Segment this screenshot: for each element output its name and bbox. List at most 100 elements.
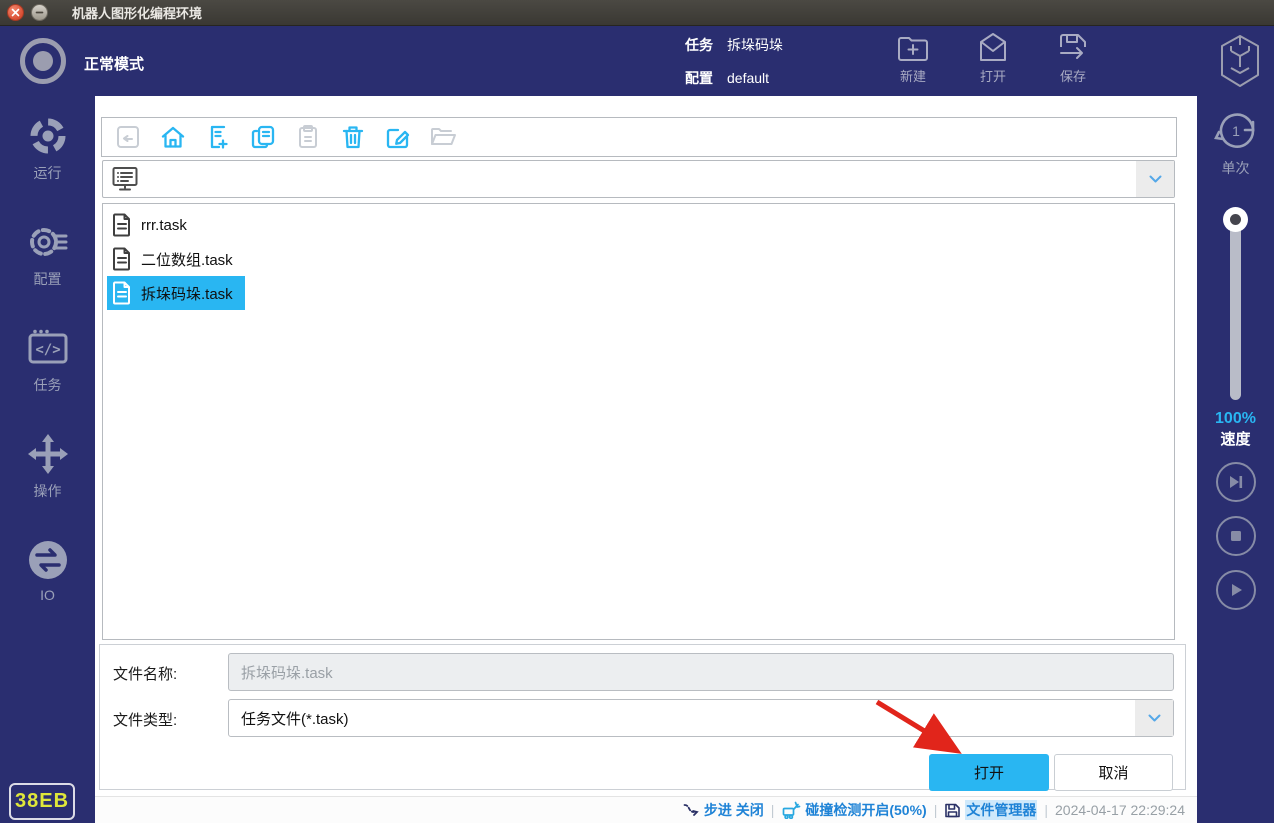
code-window-icon: </> [28, 329, 67, 364]
floppy-icon [945, 803, 961, 817]
sidebar-item-label: 任务 [33, 377, 62, 393]
filename-input[interactable] [228, 653, 1174, 691]
skip-end-icon [1230, 476, 1243, 488]
go-back-button[interactable] [115, 124, 141, 150]
dialog-form: 文件名称: 文件类型: 任务文件(*.task) 打开 取消 [99, 644, 1186, 791]
location-dropdown[interactable] [102, 160, 1175, 198]
minimize-icon [35, 11, 44, 14]
task-label: 任务 [685, 37, 713, 53]
minimize-button[interactable] [31, 4, 48, 21]
edit-icon [386, 128, 410, 149]
app-window: 机器人图形化编程环境 正常模式 任务 拆垛码垛 配置 default 新建 打开… [0, 0, 1274, 823]
file-manager-status[interactable]: 文件管理器 [944, 800, 1038, 820]
file-row-selected[interactable]: 拆垛码垛.task [105, 276, 1172, 310]
file-row[interactable]: 二位数组.task [105, 242, 1172, 276]
document-icon [113, 213, 130, 237]
header-actions: 新建 打开 保存 [880, 31, 1106, 85]
file-row[interactable]: rrr.task [105, 208, 1172, 242]
file-name: 二位数组.task [141, 251, 233, 269]
step-forward-button[interactable] [1216, 462, 1256, 502]
sidebar-item-label: 配置 [33, 271, 62, 287]
speed-label: 速度 [1220, 431, 1251, 448]
gear-icon [29, 228, 67, 256]
home-icon [161, 126, 185, 148]
config-value: default [727, 70, 770, 86]
sidebar-item-run[interactable]: 运行 [26, 114, 70, 183]
filetype-select[interactable]: 任务文件(*.task) [228, 699, 1174, 737]
cancel-button[interactable]: 取消 [1054, 754, 1173, 791]
mode-indicator[interactable] [20, 38, 66, 84]
copy-icon [251, 125, 275, 149]
single-cycle-label: 单次 [1221, 160, 1250, 176]
titlebar: 机器人图形化编程环境 [0, 0, 1274, 26]
close-button[interactable] [7, 4, 24, 21]
config-label: 配置 [685, 70, 713, 86]
speed-readout: 100% 速度 [1197, 410, 1274, 449]
sidebar-item-io[interactable]: IO [26, 538, 70, 603]
speed-value: 100% [1215, 410, 1256, 427]
file-name: rrr.task [141, 216, 187, 234]
home-button[interactable] [160, 124, 186, 150]
file-manager-label: 文件管理器 [965, 800, 1038, 820]
mode-label: 正常模式 [84, 56, 145, 73]
open-folder-button[interactable] [430, 124, 456, 150]
chevron-down-icon [1148, 714, 1160, 722]
filetype-dropdown-button[interactable] [1135, 700, 1173, 736]
mode-dot-icon [33, 51, 53, 71]
close-icon [11, 8, 20, 17]
chevron-down-icon [1149, 175, 1161, 183]
left-sidebar: 运行 配置 </> 任务 操作 IO 38EB [0, 96, 95, 823]
new-file-icon [210, 125, 228, 149]
filetype-label: 文件类型: [113, 712, 178, 729]
collision-detect-toggle[interactable]: 碰撞检测开启(50%) [781, 800, 927, 820]
app-logo [1218, 34, 1262, 93]
sidebar-item-operate[interactable]: 操作 [26, 432, 70, 501]
single-cycle-button[interactable]: 1 单次 [1197, 108, 1274, 178]
open-task-button[interactable]: 打开 [960, 31, 1026, 85]
file-dialog: rrr.task 二位数组.task 拆垛码垛.task 文件名称: 拆垛码垛.… [95, 96, 1197, 796]
sidebar-item-task[interactable]: </> 任务 [26, 326, 70, 395]
paste-button[interactable] [295, 124, 321, 150]
save-task-button[interactable]: 保存 [1040, 31, 1106, 85]
open-file-icon [980, 33, 1006, 61]
open-button[interactable]: 打开 [929, 754, 1049, 791]
delete-button[interactable] [340, 124, 366, 150]
code-glyph: </> [35, 342, 60, 358]
play-button[interactable] [1216, 570, 1256, 610]
sidebar-item-config[interactable]: 配置 [26, 220, 70, 289]
new-task-button[interactable]: 新建 [880, 31, 946, 85]
collision-detect-label: 碰撞检测开启(50%) [805, 802, 927, 818]
io-arrows-icon [28, 541, 67, 579]
speed-slider-knob[interactable] [1223, 207, 1248, 232]
move-arrows-icon [27, 434, 68, 474]
computer-list-icon [112, 167, 138, 191]
file-name: 拆垛码垛.task [141, 285, 233, 303]
document-icon [113, 281, 130, 305]
location-dropdown-button[interactable] [1136, 161, 1174, 197]
statusbar-separator: | [1044, 802, 1048, 818]
run-icon [30, 118, 65, 154]
header-bar: 正常模式 任务 拆垛码垛 配置 default 新建 打开 保存 [0, 26, 1274, 96]
clipboard-icon [299, 125, 317, 148]
rename-button[interactable] [385, 124, 411, 150]
file-list: rrr.task 二位数组.task 拆垛码垛.task [102, 203, 1175, 640]
filetype-value: 任务文件(*.task) [241, 710, 349, 728]
statusbar-separator: | [770, 802, 775, 818]
stop-button[interactable] [1216, 516, 1256, 556]
new-file-button[interactable] [205, 124, 231, 150]
folder-back-icon [117, 126, 139, 148]
sidebar-item-label: 操作 [33, 483, 62, 499]
step-mode-toggle[interactable]: 步进 关闭 [683, 800, 764, 820]
sidebar-item-label: IO [40, 587, 55, 603]
cube-logo-icon [1221, 35, 1259, 87]
copy-button[interactable] [250, 124, 276, 150]
trash-icon [342, 126, 364, 149]
speed-slider-track[interactable] [1230, 214, 1241, 400]
status-badge[interactable]: 38EB [9, 783, 75, 820]
header-meta: 任务 拆垛码垛 配置 default [685, 35, 783, 101]
document-icon [113, 247, 130, 271]
play-icon [1232, 584, 1242, 596]
new-task-label: 新建 [899, 69, 926, 84]
statusbar-timestamp: 2024-04-17 22:29:24 [1055, 802, 1185, 818]
single-loop-icon: 1 [1213, 113, 1254, 148]
